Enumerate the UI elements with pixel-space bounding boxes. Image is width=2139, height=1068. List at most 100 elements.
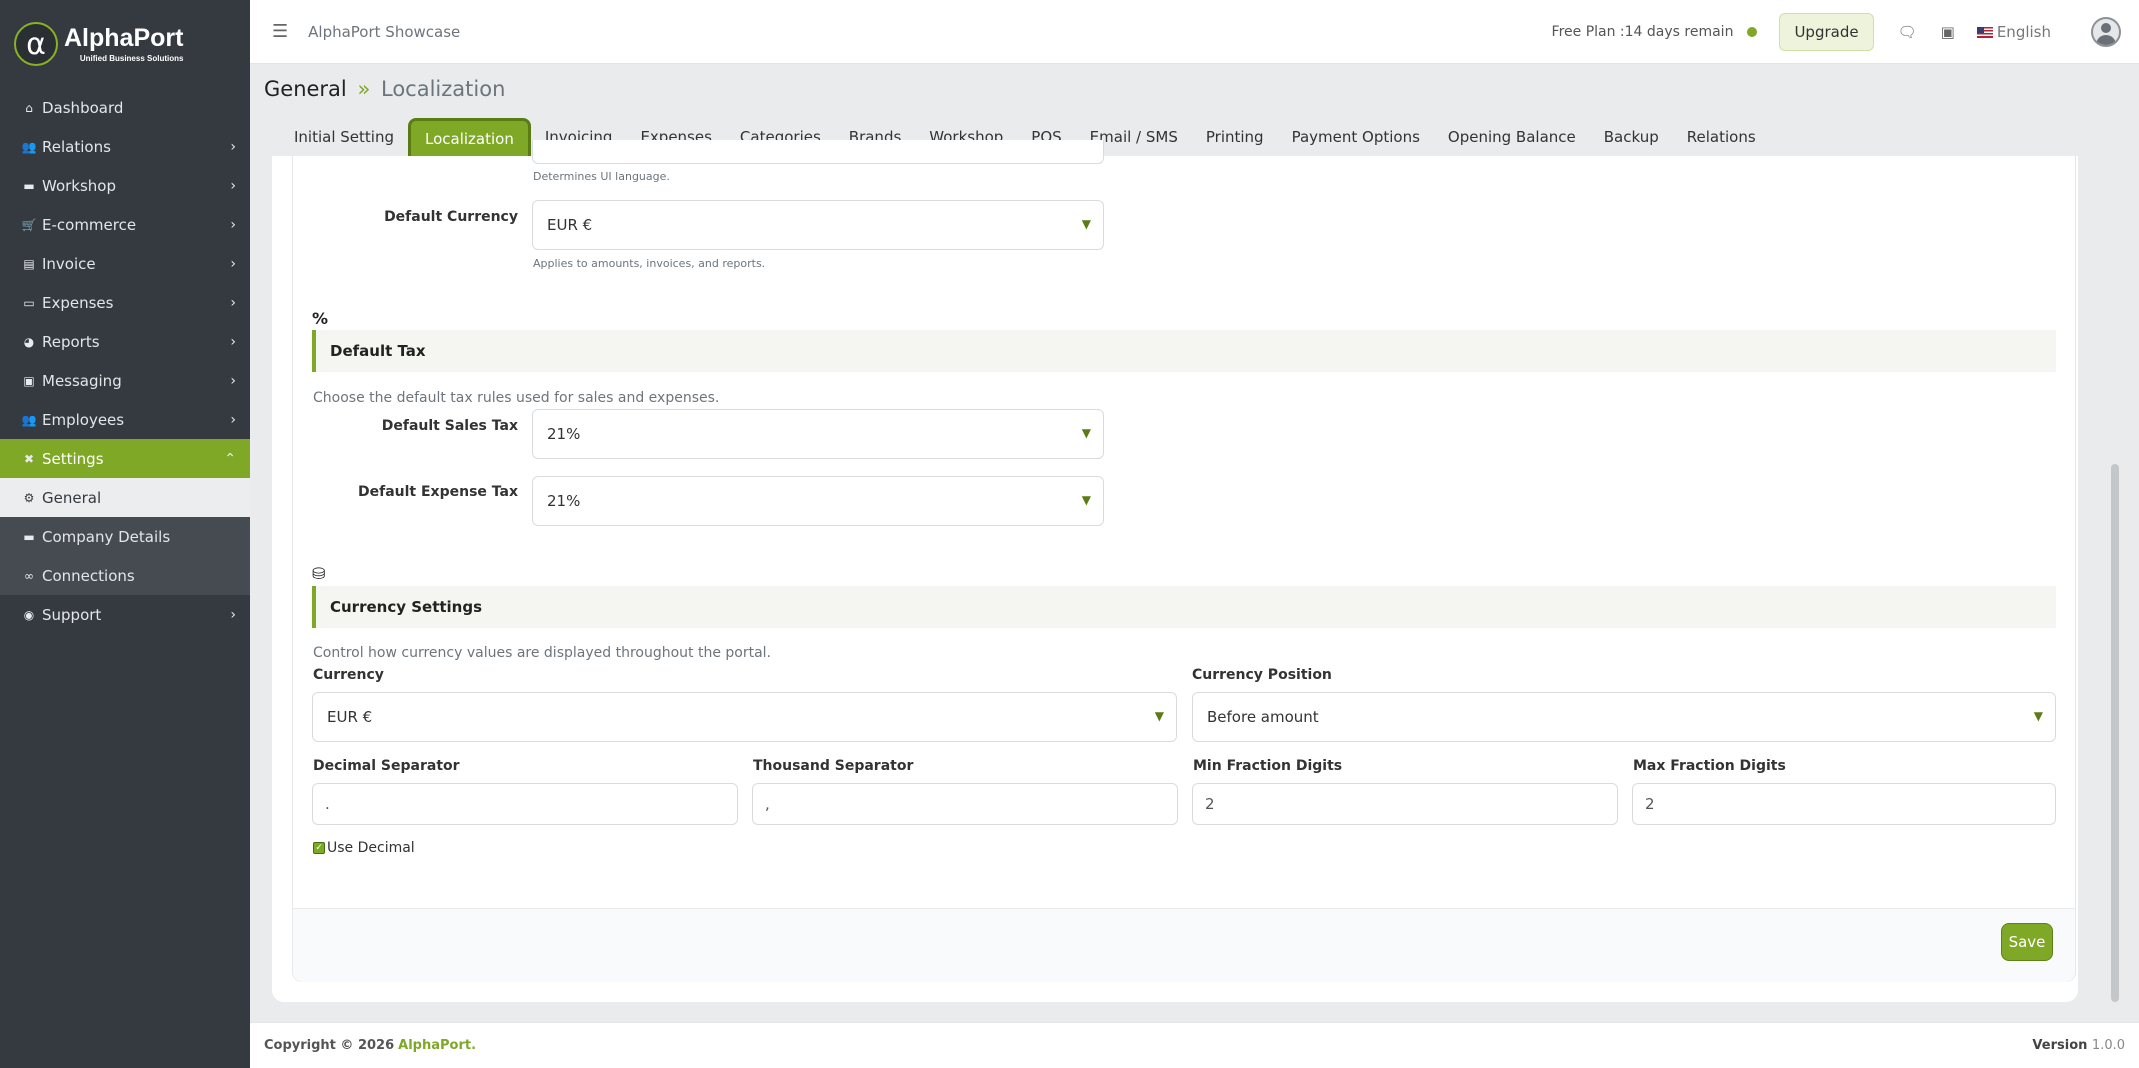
tab-relations[interactable]: Relations	[1673, 118, 1770, 156]
cart-icon: 🛒	[21, 217, 37, 232]
default-tax-title: Default Tax	[330, 342, 426, 360]
tab-payment-options[interactable]: Payment Options	[1278, 118, 1434, 156]
chevron-right-icon: ›	[230, 411, 236, 428]
footer-brand-link[interactable]: AlphaPort.	[398, 1038, 476, 1053]
brand-title: AlphaPort	[64, 23, 184, 52]
language-selector[interactable]: English	[1976, 23, 2051, 41]
sidebar-item-label: Company Details	[42, 527, 171, 546]
breadcrumb-parent[interactable]: General	[264, 77, 347, 101]
currency-position-label: Currency Position	[1192, 667, 1332, 683]
briefcase-icon: ▬	[23, 178, 35, 193]
currency-settings-header: Currency Settings	[312, 586, 2056, 628]
decimal-separator-label: Decimal Separator	[313, 758, 460, 774]
brand-subtitle: Unified Business Solutions	[79, 53, 184, 63]
sidebar-item-invoice[interactable]: ▤ Invoice ›	[0, 244, 250, 283]
logo[interactable]: α AlphaPort Unified Business Solutions	[0, 0, 250, 88]
language-hint: Determines UI language.	[533, 170, 670, 183]
percent-icon: %	[312, 309, 329, 328]
gear-icon: ⚙	[23, 490, 35, 505]
people-icon: 👥	[21, 412, 37, 427]
default-currency-select[interactable]: EUR € ▼	[532, 200, 1104, 250]
sidebar-item-e-commerce[interactable]: 🛒 E-commerce ›	[0, 205, 250, 244]
default-sales-tax-value: 21%	[547, 425, 581, 443]
document-icon: ▤	[23, 256, 35, 271]
message-icon: ▣	[23, 373, 35, 388]
upgrade-button[interactable]: Upgrade	[1779, 13, 1874, 51]
save-button[interactable]: Save	[2001, 923, 2053, 961]
currency-position-value: Before amount	[1207, 708, 1319, 726]
tab-printing[interactable]: Printing	[1192, 118, 1278, 156]
tab-backup[interactable]: Backup	[1590, 118, 1673, 156]
chevron-down-icon: ▼	[1081, 217, 1091, 231]
thousand-separator-label: Thousand Separator	[753, 758, 914, 774]
version-value: 1.0.0	[2091, 1038, 2125, 1053]
sidebar-item-expenses[interactable]: ▭ Expenses ›	[0, 283, 250, 322]
default-tax-header: Default Tax	[312, 330, 2056, 372]
tab-localization[interactable]: Localization	[407, 118, 531, 156]
sidebar-item-support[interactable]: ◉ Support ›	[0, 595, 250, 634]
chevron-up-icon: ⌃	[224, 450, 236, 467]
chevron-right-icon: ›	[230, 333, 236, 350]
scrollbar[interactable]	[2111, 464, 2119, 1002]
chevron-right-icon: ›	[230, 372, 236, 389]
us-flag-icon	[1976, 26, 1993, 38]
topbar: ☰ AlphaPort Showcase Free Plan :14 days …	[250, 0, 2139, 64]
sidebar-item-label: Expenses	[42, 293, 114, 312]
max-fraction-digits-label: Max Fraction Digits	[1633, 758, 1786, 774]
sidebar-item-label: Employees	[42, 410, 125, 429]
thousand-separator-input[interactable]: ,	[752, 783, 1178, 825]
link-icon: ∞	[24, 568, 34, 583]
default-expense-tax-select[interactable]: 21% ▼	[532, 476, 1104, 526]
language-label: English	[1996, 23, 2051, 41]
home-icon: ⌂	[25, 100, 33, 115]
use-decimal-checkbox[interactable]: ✓ Use Decimal	[313, 840, 415, 856]
sidebar-subitem-general[interactable]: ⚙ General	[0, 478, 250, 517]
breadcrumb-separator: »	[357, 77, 371, 101]
default-sales-tax-label: Default Sales Tax	[381, 418, 518, 434]
default-sales-tax-select[interactable]: 21% ▼	[532, 409, 1104, 459]
sidebar-item-label: Support	[42, 605, 102, 624]
decimal-separator-input[interactable]: .	[312, 783, 738, 825]
sidebar-item-reports[interactable]: ◕ Reports ›	[0, 322, 250, 361]
briefcase-icon: ▬	[23, 529, 35, 544]
checkbox-checked-icon[interactable]: ✓	[313, 842, 325, 854]
chevron-down-icon: ▼	[1081, 493, 1091, 507]
currency-value: EUR €	[327, 708, 373, 726]
currency-position-select[interactable]: Before amount ▼	[1192, 692, 2056, 742]
max-fraction-digits-input[interactable]: 2	[1632, 783, 2056, 825]
sidebar-item-dashboard[interactable]: ⌂ Dashboard	[0, 88, 250, 127]
chevron-right-icon: ›	[230, 216, 236, 233]
chevron-right-icon: ›	[230, 255, 236, 272]
min-fraction-digits-value: 2	[1205, 795, 1215, 813]
alpha-logo-icon: α	[14, 22, 58, 66]
tab-opening-balance[interactable]: Opening Balance	[1434, 118, 1590, 156]
decimal-separator-value: .	[325, 795, 330, 813]
sidebar-item-messaging[interactable]: ▣ Messaging ›	[0, 361, 250, 400]
language-select[interactable]	[532, 140, 1104, 164]
menu-toggle-icon[interactable]: ☰	[272, 21, 288, 42]
sidebar-subitem-company-details[interactable]: ▬ Company Details	[0, 517, 250, 556]
default-currency-hint: Applies to amounts, invoices, and report…	[533, 257, 766, 270]
ticket-icon[interactable]: ▣	[1941, 23, 1955, 41]
default-expense-tax-label: Default Expense Tax	[358, 484, 518, 500]
avatar[interactable]	[2091, 17, 2121, 47]
default-expense-tax-value: 21%	[547, 492, 581, 510]
lifebuoy-icon: ◉	[23, 607, 35, 622]
thousand-separator-value: ,	[765, 795, 770, 813]
card-footer: Save	[293, 908, 2075, 982]
tab-initial-setting[interactable]: Initial Setting	[280, 118, 408, 156]
app-name: AlphaPort Showcase	[308, 22, 461, 41]
sidebar-item-label: Dashboard	[42, 98, 124, 117]
default-currency-label: Default Currency	[384, 209, 518, 225]
sidebar-item-relations[interactable]: 👥 Relations ›	[0, 127, 250, 166]
chevron-right-icon: ›	[230, 606, 236, 623]
sidebar-item-employees[interactable]: 👥 Employees ›	[0, 400, 250, 439]
sidebar-subitem-connections[interactable]: ∞ Connections	[0, 556, 250, 595]
sidebar-item-workshop[interactable]: ▬ Workshop ›	[0, 166, 250, 205]
sidebar-item-label: General	[42, 488, 102, 507]
currency-select[interactable]: EUR € ▼	[312, 692, 1177, 742]
chevron-down-icon: ▼	[1081, 426, 1091, 440]
sidebar-item-settings[interactable]: ✖ Settings ⌃	[0, 439, 250, 478]
min-fraction-digits-input[interactable]: 2	[1192, 783, 1618, 825]
chat-icon[interactable]: 🗨	[1898, 23, 1917, 41]
